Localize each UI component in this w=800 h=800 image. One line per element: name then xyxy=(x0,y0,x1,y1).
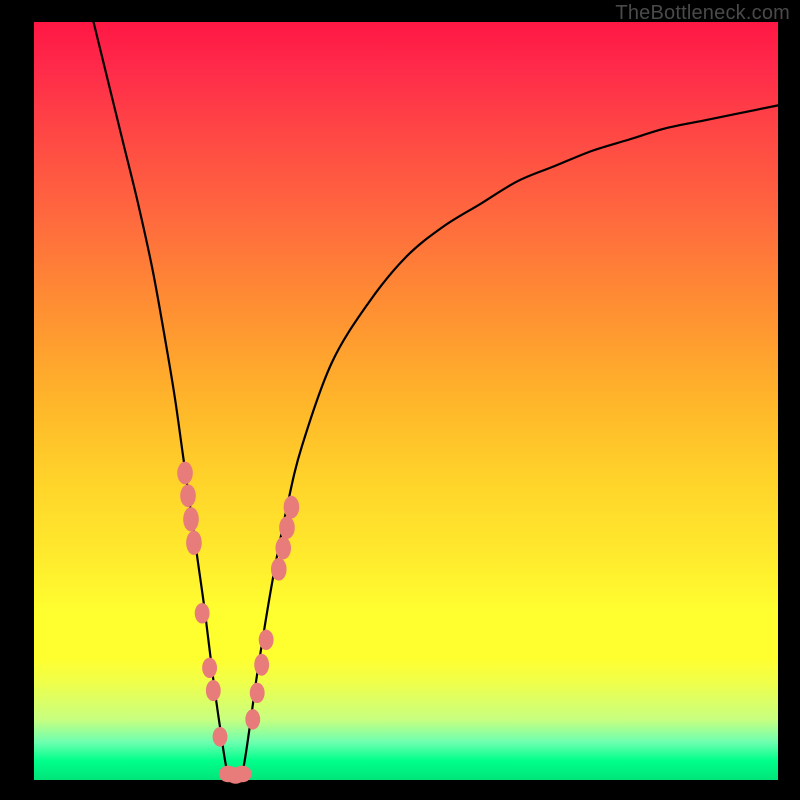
curve-marker xyxy=(259,630,274,650)
curve-marker xyxy=(177,462,193,485)
plot-area xyxy=(34,22,778,780)
curve-marker xyxy=(186,531,202,555)
curve-marker xyxy=(213,727,228,747)
curve-marker xyxy=(284,496,300,519)
curve-marker xyxy=(275,537,291,560)
curve-marker xyxy=(202,658,217,678)
curve-marker xyxy=(195,603,210,623)
curve-marker xyxy=(183,507,199,531)
curve-marker xyxy=(254,654,269,676)
curve-marker xyxy=(279,516,295,539)
curve-marker xyxy=(180,484,196,507)
markers xyxy=(177,462,299,784)
curve-marker xyxy=(206,680,221,701)
curve-svg xyxy=(34,22,778,780)
curve-marker xyxy=(250,683,265,703)
curve-marker xyxy=(271,558,287,581)
chart-frame: TheBottleneck.com xyxy=(0,0,800,800)
curve-marker xyxy=(233,766,252,783)
curve-marker xyxy=(245,709,260,729)
bottleneck-curve xyxy=(94,22,778,780)
watermark-text: TheBottleneck.com xyxy=(615,2,790,25)
